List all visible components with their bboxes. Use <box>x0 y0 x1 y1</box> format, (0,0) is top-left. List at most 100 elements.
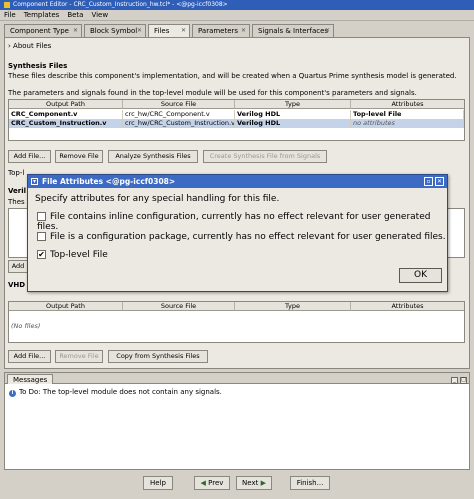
cell-attributes: no attributes <box>351 119 464 128</box>
close-icon[interactable]: ✕ <box>325 28 331 34</box>
create-synthesis-file-button: Create Synthesis File from Signals <box>203 150 327 163</box>
option-label: Top-level File <box>50 250 108 260</box>
messages-panel: Messages _ □ i To Do: The top-level module… <box>4 372 470 470</box>
tab-block-symbol[interactable]: Block Symbol ✕ <box>84 24 146 37</box>
messages-header: Messages _ □ <box>5 373 469 384</box>
column-source-file[interactable]: Source File <box>123 100 235 109</box>
window-menu-icon[interactable]: ▾ <box>31 178 38 185</box>
synthesis-description: These files describe this component's im… <box>8 72 457 80</box>
no-files-text: (No files) <box>11 322 41 330</box>
column-type[interactable]: Type <box>235 302 351 311</box>
cell-source-file: crc_hw/CRC_Custom_Instruction.v <box>125 119 235 128</box>
about-files-toggle[interactable]: › About Files <box>8 42 51 50</box>
footer-bar: Help ◀ Prev Next ▶ Finish... <box>0 472 474 499</box>
prev-button[interactable]: ◀ Prev <box>194 476 230 490</box>
finish-button[interactable]: Finish... <box>290 476 330 490</box>
menu-view[interactable]: View <box>87 10 112 21</box>
inline-config-checkbox[interactable] <box>37 212 46 221</box>
vhdl-files-table: Output Path Source File Type Attributes … <box>8 301 465 343</box>
column-output-path[interactable]: Output Path <box>9 302 123 311</box>
column-attributes[interactable]: Attributes <box>351 100 464 109</box>
maximize-icon[interactable]: □ <box>460 377 467 384</box>
tab-label: Parameters <box>198 27 239 35</box>
chevron-right-icon: › <box>8 42 11 50</box>
option-label: File contains inline configuration, curr… <box>37 212 431 232</box>
cell-attributes: Top-level File <box>351 110 464 119</box>
vhdl-remove-file-button: Remove File <box>55 350 103 363</box>
table-header: Output Path Source File Type Attributes <box>9 100 464 109</box>
prev-arrow-icon: ◀ <box>200 479 209 487</box>
minimize-icon[interactable]: _ <box>451 377 458 384</box>
verilog-add-file-button[interactable]: Add <box>8 260 28 273</box>
tab-signals-interfaces[interactable]: Signals & Interfaces ✕ <box>252 24 334 37</box>
column-output-path[interactable]: Output Path <box>9 100 123 109</box>
menu-file[interactable]: File <box>0 10 20 21</box>
close-icon[interactable]: ✕ <box>137 28 143 34</box>
file-attributes-dialog: ▾ File Attributes <@pg-iccf0308> ▫ ✕ Spe… <box>27 174 448 292</box>
vhdl-add-file-button[interactable]: Add File... <box>8 350 51 363</box>
next-label: Next <box>242 479 259 487</box>
vhdl-title: VHD <box>8 281 26 289</box>
window-titlebar: Component Editor - CRC_Custom_Instructio… <box>0 0 474 10</box>
table-row[interactable]: CRC_Custom_Instruction.v crc_hw/CRC_Cust… <box>9 119 464 128</box>
tab-label: Block Symbol <box>90 27 138 35</box>
about-label: About Files <box>13 42 52 50</box>
dialog-prompt: Specify attributes for any special handl… <box>35 194 280 204</box>
option-label: File is a configuration package, current… <box>50 232 446 242</box>
prev-label: Prev <box>208 479 224 487</box>
menu-templates[interactable]: Templates <box>20 10 64 21</box>
dialog-titlebar: ▾ File Attributes <@pg-iccf0308> ▫ ✕ <box>28 175 447 188</box>
info-icon: i <box>9 390 16 397</box>
table-header: Output Path Source File Type Attributes <box>9 302 464 311</box>
close-icon[interactable]: ✕ <box>181 28 187 34</box>
close-icon[interactable]: ✕ <box>241 28 247 34</box>
top-level-file-checkbox[interactable]: ✔ <box>37 250 46 259</box>
close-icon[interactable]: ✕ <box>73 28 79 34</box>
help-button[interactable]: Help <box>143 476 173 490</box>
tab-label: Signals & Interfaces <box>258 27 329 35</box>
inline-config-option[interactable]: File contains inline configuration, curr… <box>37 212 446 232</box>
column-type[interactable]: Type <box>235 100 351 109</box>
minimize-icon[interactable]: ▫ <box>424 177 433 186</box>
messages-window-controls: _ □ <box>449 375 467 384</box>
add-file-button[interactable]: Add File... <box>8 150 51 163</box>
tab-files[interactable]: Files ✕ <box>148 24 190 37</box>
tab-parameters[interactable]: Parameters ✕ <box>192 24 250 37</box>
synthesis-files-table: Output Path Source File Type Attributes … <box>8 99 465 141</box>
remove-file-button[interactable]: Remove File <box>55 150 103 163</box>
column-attributes[interactable]: Attributes <box>351 302 464 311</box>
config-package-option[interactable]: File is a configuration package, current… <box>37 232 446 242</box>
column-source-file[interactable]: Source File <box>123 302 235 311</box>
top-level-file-option[interactable]: ✔ Top-level File <box>37 250 108 260</box>
verilog-title: Veril <box>8 187 27 195</box>
tab-component-type[interactable]: Component Type ✕ <box>4 24 82 37</box>
message-text: To Do: The top-level module does not con… <box>19 388 222 396</box>
top-level-module-label: Top-l <box>8 169 25 177</box>
cell-output-path: CRC_Component.v <box>9 110 123 119</box>
cell-type: Verilog HDL <box>235 110 351 119</box>
next-arrow-icon: ▶ <box>258 479 266 487</box>
table-row[interactable]: CRC_Component.v crc_hw/CRC_Component.v V… <box>9 110 464 119</box>
menu-beta[interactable]: Beta <box>63 10 87 21</box>
dialog-body: Specify attributes for any special handl… <box>31 191 446 289</box>
config-package-checkbox[interactable] <box>37 232 46 241</box>
cell-output-path: CRC_Custom_Instruction.v <box>9 119 123 128</box>
next-button[interactable]: Next ▶ <box>236 476 272 490</box>
cell-source-file: crc_hw/CRC_Component.v <box>123 110 235 119</box>
copy-from-synthesis-button[interactable]: Copy from Synthesis Files <box>108 350 208 363</box>
menubar: File Templates Beta View <box>0 10 474 21</box>
ok-button[interactable]: OK <box>399 268 442 283</box>
app-icon <box>4 1 10 8</box>
verilog-description: Thes <box>8 198 25 206</box>
dialog-title: File Attributes <@pg-iccf0308> <box>42 177 176 186</box>
analyze-synthesis-files-button[interactable]: Analyze Synthesis Files <box>108 150 198 163</box>
messages-tab[interactable]: Messages <box>7 374 54 384</box>
window-title: Component Editor - CRC_Custom_Instructio… <box>13 1 228 8</box>
tab-label: Component Type <box>10 27 69 35</box>
synthesis-description-2: The parameters and signals found in the … <box>8 89 417 97</box>
synthesis-title: Synthesis Files <box>8 62 68 70</box>
tab-label: Files <box>154 27 170 35</box>
cell-type: Verilog HDL <box>235 119 351 128</box>
close-icon[interactable]: ✕ <box>435 177 444 186</box>
empty-row: (No files) <box>9 322 464 331</box>
